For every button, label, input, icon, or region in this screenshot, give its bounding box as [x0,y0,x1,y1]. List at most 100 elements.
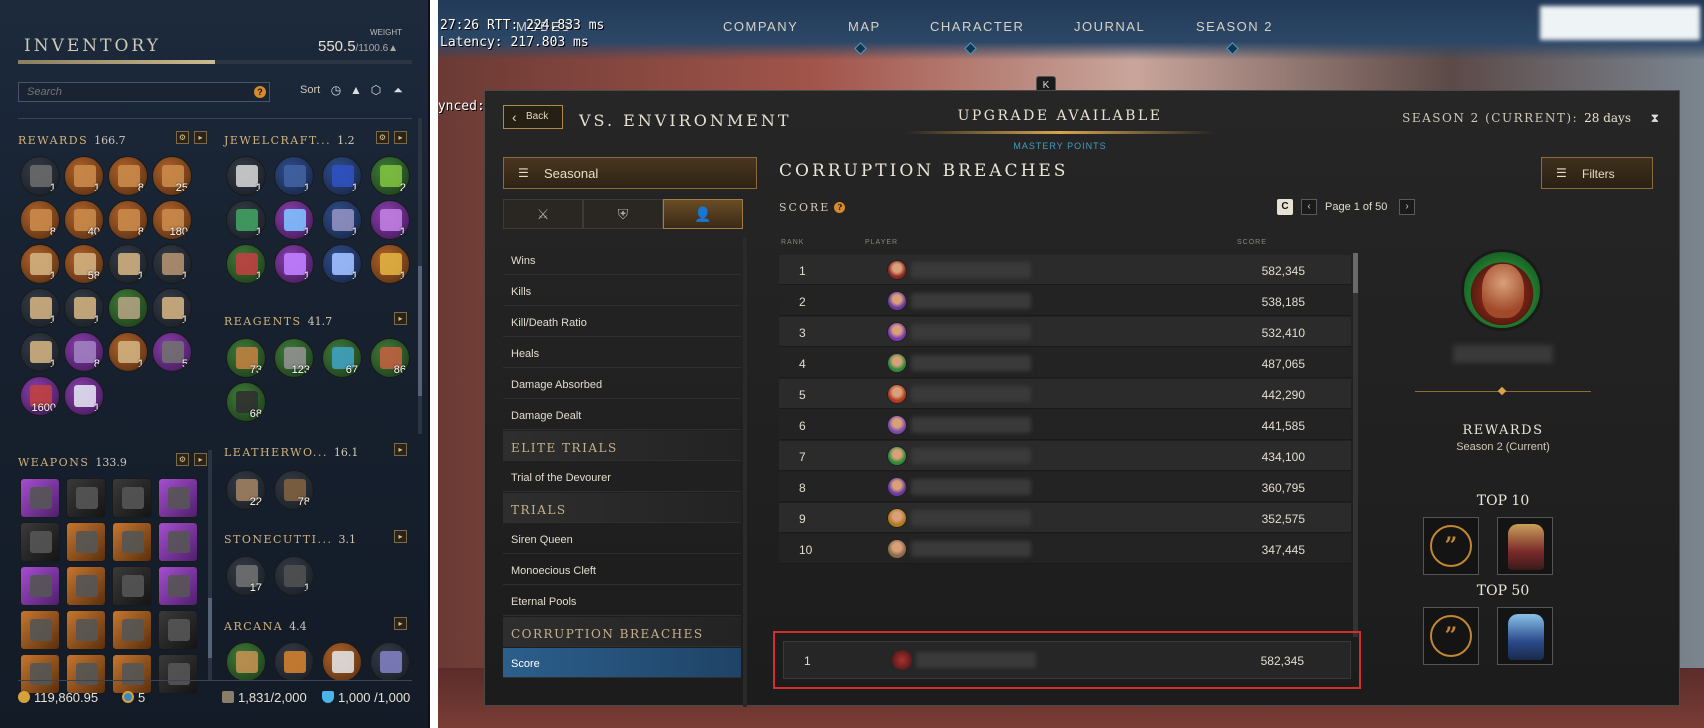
inventory-slot[interactable] [370,642,410,682]
inventory-slot[interactable]: 1 [322,156,362,196]
inventory-slot[interactable]: 8 [108,156,148,196]
inventory-slot[interactable] [112,566,152,606]
inventory-slot[interactable]: 1 [274,200,314,240]
inventory-slot[interactable]: 1 [226,200,266,240]
inventory-slot[interactable]: 1 [274,156,314,196]
inventory-slot[interactable] [66,610,106,650]
list-item[interactable]: Kills [503,276,741,306]
inventory-slot[interactable]: 8 [108,200,148,240]
inventory-scrollbar[interactable] [418,118,422,434]
table-row[interactable]: 2 538,185 [779,286,1351,316]
inventory-slot[interactable]: 40 [64,200,104,240]
inventory-slot[interactable]: 68 [226,382,266,422]
table-row[interactable]: 10 347,445 [779,534,1351,564]
category-reagents[interactable]: REAGENTS 41.7 [224,315,332,328]
nav-map[interactable]: MAP [848,19,881,34]
inventory-slot[interactable] [66,654,106,694]
list-item[interactable]: Monoecious Cleft [503,555,741,585]
inventory-slot[interactable]: 123 [274,338,314,378]
inventory-slot[interactable]: 8 [64,332,104,372]
weapons-scrollbar[interactable] [208,450,212,680]
inventory-slot[interactable]: 1 [64,376,104,416]
category-leatherworking[interactable]: LEATHERWO... 16.1 [224,446,358,459]
inventory-slot[interactable]: 1 [64,288,104,328]
inventory-slot[interactable] [226,642,266,682]
inventory-slot[interactable]: 1 [108,244,148,284]
tab-player[interactable]: 👤 [663,199,743,229]
inventory-slot[interactable]: 1 [226,244,266,284]
category-expand-icon[interactable]: ▸ [394,131,407,144]
nav-character[interactable]: CHARACTER [930,19,1024,34]
category-expand-icon[interactable]: ▸ [394,530,407,543]
inventory-slot[interactable] [108,288,148,328]
back-button[interactable]: ‹ Back [503,105,563,129]
prev-page-button[interactable]: ‹ [1301,199,1317,215]
tab-company[interactable]: ⛨ [583,199,663,229]
inventory-slot[interactable]: 5 [152,332,192,372]
inventory-slot[interactable] [112,654,152,694]
inventory-slot[interactable] [20,610,60,650]
inventory-slot[interactable] [112,610,152,650]
tab-pvp[interactable]: ⚔ [503,199,583,229]
search-input[interactable] [18,82,270,102]
inventory-slot[interactable] [20,654,60,694]
inventory-slot[interactable]: 180 [152,200,192,240]
list-item[interactable]: Wins [503,245,741,275]
table-row[interactable]: 8 360,795 [779,472,1351,502]
upgrade-available[interactable]: UPGRADE AVAILABLE [925,108,1195,124]
inventory-slot[interactable]: 58 [64,244,104,284]
category-list-scrollbar[interactable] [743,237,747,707]
inventory-slot[interactable]: 1 [20,332,60,372]
inventory-slot[interactable]: 1 [274,556,314,596]
help-icon[interactable]: ? [254,86,266,98]
table-row[interactable]: 7 434,100 [779,441,1351,471]
inventory-slot[interactable] [158,522,198,562]
inventory-slot[interactable]: 8 [20,200,60,240]
list-item[interactable]: Heals [503,338,741,368]
inventory-slot[interactable]: 78 [274,470,314,510]
inventory-slot[interactable] [20,522,60,562]
list-item[interactable]: Score [503,648,741,678]
my-rank-row[interactable]: 1 582,345 [783,641,1351,679]
top10-title-reward[interactable]: ” [1423,517,1479,575]
inventory-slot[interactable]: 1 [20,156,60,196]
inventory-slot[interactable] [112,522,152,562]
sort-weight-icon[interactable]: ▲ [348,82,364,98]
current-player-button[interactable]: C [1277,199,1293,215]
category-expand-icon[interactable]: ▸ [194,131,207,144]
filters-button[interactable]: ☰ Filters [1541,157,1653,189]
inventory-slot[interactable]: 1 [322,244,362,284]
category-jewelcraft[interactable]: JEWELCRAFT... 1.2 [224,134,355,147]
sort-rarity-icon[interactable]: ⏶ [390,82,406,98]
table-row[interactable]: 3 532,410 [779,317,1351,347]
inventory-slot[interactable]: 22 [226,470,266,510]
inventory-slot[interactable]: 86 [370,338,410,378]
category-arcana[interactable]: ARCANA 4.4 [224,620,307,633]
sort-tier-icon[interactable]: ⬡ [368,82,384,98]
inventory-slot[interactable]: 1 [370,200,410,240]
category-settings-icon[interactable]: ⚙ [376,131,389,144]
next-page-button[interactable]: › [1399,199,1415,215]
inventory-slot[interactable]: 1 [20,244,60,284]
sort-clock-icon[interactable]: ◷ [328,82,344,98]
inventory-slot[interactable] [20,478,60,518]
category-expand-icon[interactable]: ▸ [394,312,407,325]
category-expand-icon[interactable]: ▸ [394,617,407,630]
top50-title-reward[interactable]: ” [1423,607,1479,665]
inventory-slot[interactable]: 1 [322,200,362,240]
inventory-slot[interactable]: 1 [152,288,192,328]
help-icon[interactable]: ? [834,202,846,213]
inventory-slot[interactable] [20,566,60,606]
inventory-slot[interactable]: 1 [108,332,148,372]
scrollbar-thumb[interactable] [1353,253,1358,293]
list-item[interactable]: Siren Queen [503,524,741,554]
seasonal-dropdown[interactable]: ☰ Seasonal [503,157,757,189]
table-row[interactable]: 1 582,345 [779,255,1351,285]
category-weapons[interactable]: WEAPONS 133.9 [18,456,127,469]
inventory-slot[interactable]: 73 [226,338,266,378]
category-settings-icon[interactable]: ⚙ [176,131,189,144]
inventory-slot[interactable] [158,478,198,518]
nav-season[interactable]: SEASON 2 [1196,19,1273,34]
nav-journal[interactable]: JOURNAL [1074,19,1145,34]
nav-company[interactable]: COMPANY [723,19,798,34]
